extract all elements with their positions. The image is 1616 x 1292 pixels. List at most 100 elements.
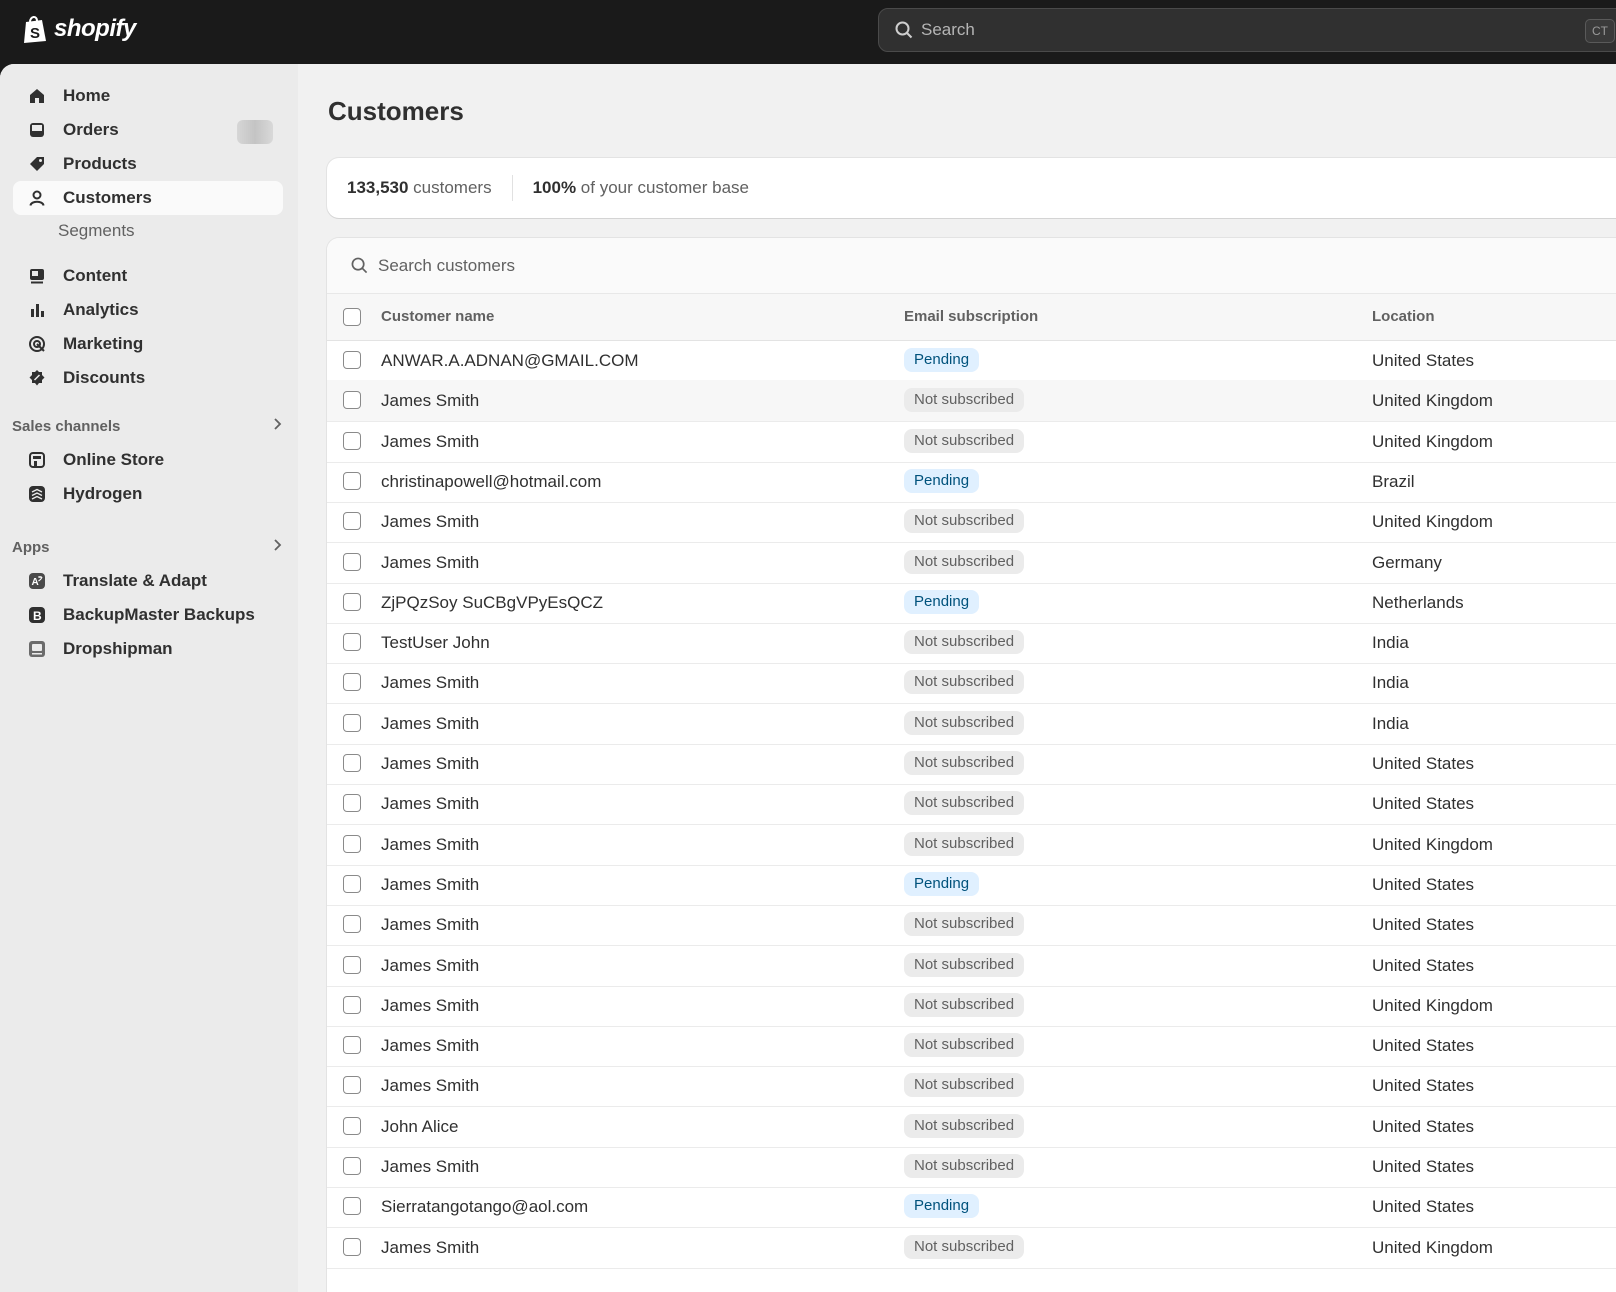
row-checkbox[interactable] [343, 874, 361, 893]
table-row[interactable]: James Smith Not subscribed India [327, 703, 1616, 745]
customer-name[interactable]: James Smith [381, 794, 479, 814]
email-subscription-badge: Not subscribed [904, 831, 1025, 856]
row-checkbox[interactable] [343, 955, 361, 974]
sidebar-item-hydrogen[interactable]: Hydrogen [13, 477, 283, 511]
table-row[interactable]: James Smith Not subscribed United States [327, 743, 1616, 785]
customer-name[interactable]: ANWAR.A.ADNAN@GMAIL.COM [381, 351, 638, 371]
row-checkbox[interactable] [343, 351, 361, 369]
row-checkbox[interactable] [343, 1036, 361, 1055]
customer-name[interactable]: James Smith [381, 1076, 479, 1096]
table-row[interactable]: James Smith Not subscribed United States [327, 904, 1616, 947]
sidebar-item-online-store[interactable]: Online Store [13, 443, 283, 477]
row-checkbox[interactable] [343, 1076, 361, 1095]
table-row[interactable]: ANWAR.A.ADNAN@GMAIL.COM Pending United Sta… [327, 340, 1616, 382]
table-row[interactable]: James Smith Not subscribed United States [327, 945, 1616, 987]
sidebar-item-backupmaster[interactable]: B BackupMaster Backups [13, 598, 283, 632]
customers-table-card: Search customers Customer name Email sub… [327, 238, 1616, 1292]
table-row[interactable]: James Smith Not subscribed United Kingdom [327, 824, 1616, 866]
row-checkbox[interactable] [343, 673, 361, 692]
row-checkbox[interactable] [343, 1157, 361, 1175]
sidebar-item-content[interactable]: Content [13, 259, 283, 293]
shopify-logo[interactable]: S shopify [22, 14, 136, 44]
row-checkbox[interactable] [343, 1116, 361, 1135]
sidebar-item-discounts[interactable]: Discounts [13, 361, 283, 395]
row-checkbox[interactable] [343, 552, 361, 571]
customer-name[interactable]: James Smith [381, 956, 479, 976]
row-checkbox[interactable] [343, 1197, 361, 1216]
customer-name[interactable]: James Smith [381, 512, 479, 532]
customer-name[interactable]: James Smith [381, 432, 479, 452]
sidebar-item-orders[interactable]: Orders [13, 113, 283, 147]
table-row[interactable]: James Smith Not subscribed United Kingdom [327, 421, 1616, 463]
row-checkbox[interactable] [343, 834, 361, 853]
customer-name[interactable]: James Smith [381, 1238, 479, 1258]
table-row[interactable]: James Smith Not subscribed United States [327, 783, 1616, 826]
table-row[interactable]: James Smith Not subscribed India [327, 662, 1616, 705]
inbox-icon [27, 120, 47, 140]
sales-channels-label: Sales channels [12, 417, 121, 435]
column-header-email-subscription[interactable]: Email subscription [904, 308, 1038, 325]
customer-name[interactable]: ZjPQzSoy SuCBgVPyEsQCZ [381, 593, 603, 613]
row-checkbox[interactable] [343, 915, 361, 934]
row-checkbox[interactable] [343, 1237, 361, 1256]
select-all-checkbox[interactable] [343, 308, 361, 326]
table-row[interactable]: James Smith Not subscribed United States [327, 1025, 1616, 1068]
customer-share-stat[interactable]: 100% of your customer base [513, 178, 749, 198]
customer-name[interactable]: christinapowell@hotmail.com [381, 472, 601, 492]
table-row[interactable]: James Smith Pending United States [327, 864, 1616, 906]
row-checkbox[interactable] [343, 592, 361, 611]
customer-name[interactable]: James Smith [381, 996, 479, 1016]
table-row[interactable]: James Smith Not subscribed United Kingdom [327, 985, 1616, 1027]
apps-header[interactable]: Apps [12, 538, 282, 556]
customer-name[interactable]: TestUser John [381, 633, 490, 653]
customer-count-stat[interactable]: 133,530 customers [327, 178, 492, 198]
row-checkbox[interactable] [343, 633, 361, 652]
sidebar-item-products[interactable]: Products [13, 147, 283, 181]
table-row[interactable]: James Smith Not subscribed United States [327, 1065, 1616, 1108]
customer-name[interactable]: James Smith [381, 553, 479, 573]
table-row[interactable]: James Smith Not subscribed Germany [327, 542, 1616, 584]
customer-name[interactable]: John Alice [381, 1117, 459, 1137]
row-checkbox[interactable] [343, 713, 361, 732]
sidebar-item-customers[interactable]: Customers [13, 181, 283, 215]
row-checkbox[interactable] [343, 754, 361, 772]
table-row[interactable]: James Smith Not subscribed United States [327, 1146, 1616, 1188]
table-row[interactable]: ZjPQzSoy SuCBgVPyEsQCZ Pending Netherlands [327, 582, 1616, 624]
table-row[interactable]: TestUser John Not subscribed India [327, 622, 1616, 665]
customer-name[interactable]: James Smith [381, 391, 479, 411]
table-row[interactable]: James Smith Not subscribed United Kingdom [327, 1227, 1616, 1269]
customer-name[interactable]: James Smith [381, 835, 479, 855]
column-header-location[interactable]: Location [1372, 308, 1435, 325]
customer-location: United Kingdom [1372, 834, 1493, 854]
table-row[interactable]: John Alice Not subscribed United States [327, 1106, 1616, 1148]
customer-name[interactable]: James Smith [381, 915, 479, 935]
sidebar-item-dropshipman[interactable]: Dropshipman [13, 632, 283, 666]
row-checkbox[interactable] [343, 391, 361, 410]
sidebar-item-analytics[interactable]: Analytics [13, 293, 283, 327]
customer-name[interactable]: James Smith [381, 1036, 479, 1056]
table-row[interactable]: James Smith Not subscribed United Kingdom [327, 380, 1616, 423]
sidebar-item-marketing[interactable]: Marketing [13, 327, 283, 361]
table-row[interactable]: Sierratangotango@aol.com Pending United St… [327, 1186, 1616, 1229]
row-checkbox[interactable] [343, 995, 361, 1014]
sidebar-item-home[interactable]: Home [13, 79, 283, 113]
row-checkbox[interactable] [343, 794, 361, 813]
column-header-customer-name[interactable]: Customer name [381, 308, 494, 325]
table-row[interactable]: James Smith Not subscribed United Kingdom [327, 501, 1616, 544]
customer-name[interactable]: Sierratangotango@aol.com [381, 1197, 588, 1217]
sales-channels-header[interactable]: Sales channels [12, 417, 282, 435]
row-checkbox[interactable] [343, 512, 361, 531]
customer-name[interactable]: James Smith [381, 1157, 479, 1177]
customer-name[interactable]: James Smith [381, 875, 479, 895]
customer-name[interactable]: James Smith [381, 673, 479, 693]
top-bar: S shopify Search CT [0, 0, 1616, 64]
row-checkbox[interactable] [343, 431, 361, 450]
sidebar-item-segments[interactable]: Segments [58, 221, 135, 241]
customer-name[interactable]: James Smith [381, 754, 479, 774]
customer-name[interactable]: James Smith [381, 714, 479, 734]
row-checkbox[interactable] [343, 471, 361, 490]
sidebar-item-translate-adapt[interactable]: A Translate & Adapt [13, 564, 283, 598]
customer-search-input[interactable]: Search customers [327, 238, 1616, 294]
table-row[interactable]: christinapowell@hotmail.com Pending Brazil [327, 461, 1616, 503]
global-search-input[interactable]: Search CT [878, 8, 1616, 52]
